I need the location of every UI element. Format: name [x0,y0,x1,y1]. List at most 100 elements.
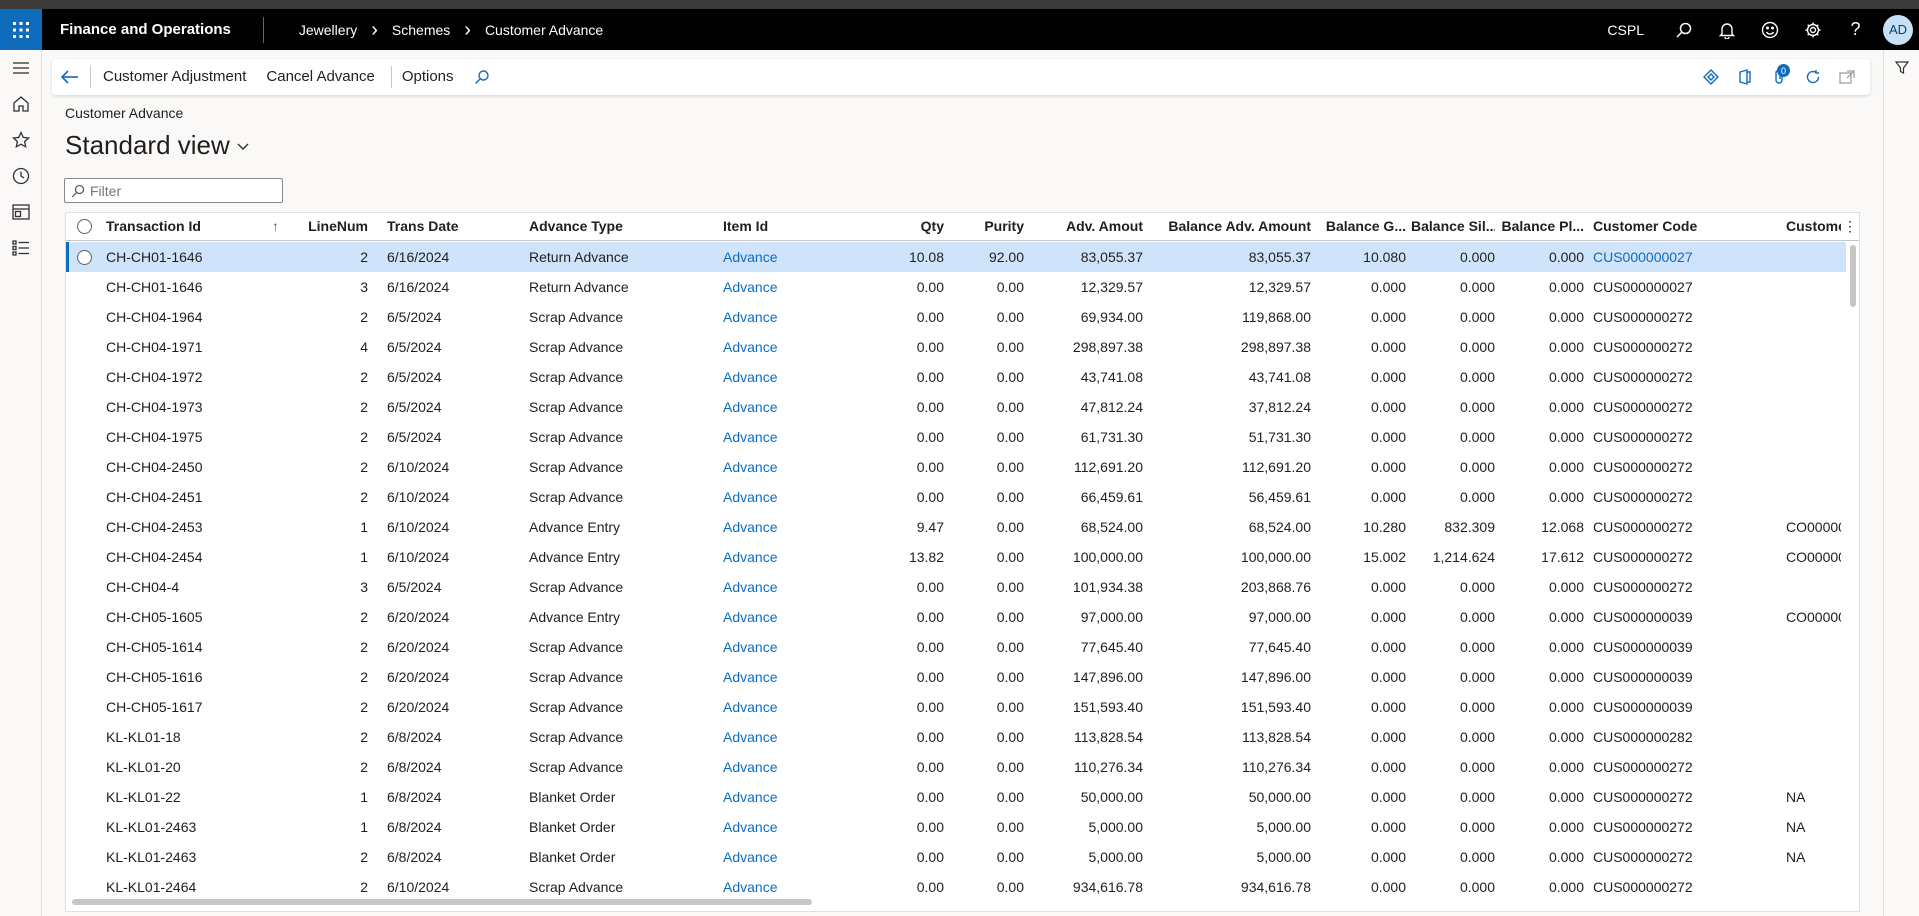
back-arrow-icon[interactable] [52,59,88,95]
cell-purity: 0.00 [996,339,1024,355]
office-icon[interactable] [1732,59,1758,95]
cell-item-id[interactable]: Advance [723,602,843,632]
filter-input[interactable] [90,182,270,199]
smiley-feedback-icon[interactable] [1748,9,1791,50]
options-tab[interactable]: Options [398,59,464,95]
cell-item-id[interactable]: Advance [723,332,843,362]
power-apps-icon[interactable] [1698,59,1724,95]
vertical-scrollbar[interactable] [1850,245,1856,307]
table-row[interactable]: CH-CH04-2453 1 6/10/2024 Advance Entry Advan… [66,512,1846,542]
cell-item-id[interactable]: Advance [723,482,843,512]
cell-item-id[interactable]: Advance [723,692,843,722]
col-header-item-id[interactable]: Item Id [723,213,843,240]
cell-item-id[interactable]: Advance [723,512,843,542]
cell-item-id[interactable]: Advance [723,422,843,452]
breadcrumb-customer-advance[interactable]: Customer Advance [485,22,603,38]
star-favorites-icon[interactable] [0,122,42,158]
search-actions-icon[interactable] [464,59,500,95]
cell-item-id[interactable]: Advance [723,542,843,572]
app-launcher-icon[interactable] [0,9,42,50]
col-header-adv-amount[interactable]: Adv. Amout [1036,213,1143,240]
cell-item-id[interactable]: Advance [723,662,843,692]
table-row[interactable]: CH-CH04-2450 2 6/10/2024 Scrap Advance Advan… [66,452,1846,482]
cell-item-id[interactable]: Advance [723,812,843,842]
cell-item-id[interactable]: Advance [723,782,843,812]
gear-icon[interactable] [1791,9,1834,50]
customer-adjustment-button[interactable]: Customer Adjustment [93,59,256,95]
col-header-balance-platinum[interactable]: Balance Pl... [1501,213,1584,240]
cell-item-id[interactable]: Advance [723,272,843,302]
workspaces-icon[interactable] [0,194,42,230]
cell-item-id[interactable]: Advance [723,842,843,872]
column-options-icon[interactable]: ⋮ [1843,213,1855,240]
table-row[interactable]: CH-CH04-1972 2 6/5/2024 Scrap Advance Advanc… [66,362,1846,392]
table-row[interactable]: CH-CH04-1975 2 6/5/2024 Scrap Advance Advanc… [66,422,1846,452]
col-header-advance-type[interactable]: Advance Type [529,213,709,240]
col-header-linenum[interactable]: LineNum [306,213,368,240]
table-row[interactable]: CH-CH04-1973 2 6/5/2024 Scrap Advance Advanc… [66,392,1846,422]
refresh-icon[interactable] [1800,59,1826,95]
cell-item-id[interactable]: Advance [723,302,843,332]
col-header-qty[interactable]: Qty [866,213,944,240]
col-header-trans-date[interactable]: Trans Date [387,213,517,240]
col-header-balance-adv-amount[interactable]: Balance Adv. Amount [1151,213,1311,240]
cell-item-id[interactable]: Advance [723,392,843,422]
cell-item-id[interactable]: Advance [723,872,843,902]
cell-item-id[interactable]: Advance [723,362,843,392]
col-header-customer-order[interactable]: Customer Or [1786,213,1841,240]
company-picker[interactable]: CSPL [1607,22,1644,38]
cell-balance-silver: 0.000 [1459,429,1495,445]
horizontal-scrollbar[interactable] [72,899,812,905]
col-header-balance-gold[interactable]: Balance G... [1316,213,1406,240]
table-row[interactable]: KL-KL01-2463 2 6/8/2024 Blanket Order Advanc… [66,842,1846,872]
col-header-balance-silver[interactable]: Balance Sil... [1411,213,1495,240]
col-header-purity[interactable]: Purity [956,213,1024,240]
cell-trans-date: 6/5/2024 [387,309,442,325]
table-row[interactable]: CH-CH01-1646 3 6/16/2024 Return Advance Adva… [66,272,1846,302]
breadcrumb-schemes[interactable]: Schemes [392,22,450,38]
open-in-new-window-icon[interactable] [1834,59,1860,95]
search-icon[interactable] [1662,9,1705,50]
col-header-transaction-id[interactable]: Transaction Id [106,213,246,240]
table-row[interactable]: CH-CH01-1646 2 6/16/2024 Return Advance Adva… [66,242,1846,272]
modules-list-icon[interactable] [0,230,42,266]
cell-item-id[interactable]: Advance [723,632,843,662]
filter-field[interactable] [64,178,283,203]
table-row[interactable]: KL-KL01-22 1 6/8/2024 Blanket Order Advance 0… [66,782,1846,812]
table-row[interactable]: KL-KL01-2464 2 6/10/2024 Scrap Advance Advan… [66,872,1846,902]
clock-recent-icon[interactable] [0,158,42,194]
table-row[interactable]: CH-CH05-1617 2 6/20/2024 Scrap Advance Advan… [66,692,1846,722]
breadcrumb-jewellery[interactable]: Jewellery [299,22,357,38]
cell-customer-code[interactable]: CUS000000027 [1593,242,1773,272]
table-row[interactable]: KL-KL01-18 2 6/8/2024 Scrap Advance Advance 0… [66,722,1846,752]
view-selector[interactable]: Standard view [65,130,250,161]
table-row[interactable]: CH-CH04-1971 4 6/5/2024 Scrap Advance Advanc… [66,332,1846,362]
hamburger-menu-icon[interactable] [0,50,42,86]
bell-icon[interactable] [1705,9,1748,50]
cell-item-id[interactable]: Advance [723,572,843,602]
cell-item-id[interactable]: Advance [723,752,843,782]
row-select-checkbox[interactable] [77,250,92,265]
app-title[interactable]: Finance and Operations [42,9,263,50]
home-icon[interactable] [0,86,42,122]
table-row[interactable]: CH-CH04-2454 1 6/10/2024 Advance Entry Advan… [66,542,1846,572]
cell-item-id[interactable]: Advance [723,452,843,482]
avatar[interactable]: AD [1883,14,1913,45]
attachments-icon[interactable]: 0 [1766,59,1792,95]
table-row[interactable]: CH-CH04-1964 2 6/5/2024 Scrap Advance Advanc… [66,302,1846,332]
table-row[interactable]: CH-CH04-2451 2 6/10/2024 Scrap Advance Advan… [66,482,1846,512]
table-row[interactable]: CH-CH05-1605 2 6/20/2024 Advance Entry Advan… [66,602,1846,632]
cancel-advance-button[interactable]: Cancel Advance [256,59,384,95]
table-row[interactable]: CH-CH05-1614 2 6/20/2024 Scrap Advance Advan… [66,632,1846,662]
help-icon[interactable]: ? [1834,9,1877,50]
col-header-customer-code[interactable]: Customer Code [1593,213,1773,240]
table-row[interactable]: CH-CH05-1616 2 6/20/2024 Scrap Advance Advan… [66,662,1846,692]
table-row[interactable]: KL-KL01-2463 1 6/8/2024 Blanket Order Advanc… [66,812,1846,842]
table-row[interactable]: KL-KL01-20 2 6/8/2024 Scrap Advance Advance 0… [66,752,1846,782]
table-row[interactable]: CH-CH04-4 3 6/5/2024 Scrap Advance Advance 0.… [66,572,1846,602]
select-all-checkbox[interactable] [77,219,92,234]
cell-item-id[interactable]: Advance [723,722,843,752]
cell-item-id[interactable]: Advance [723,242,843,272]
sort-ascending-icon[interactable]: ↑ [272,213,286,240]
filter-funnel-icon[interactable] [1884,50,1919,86]
